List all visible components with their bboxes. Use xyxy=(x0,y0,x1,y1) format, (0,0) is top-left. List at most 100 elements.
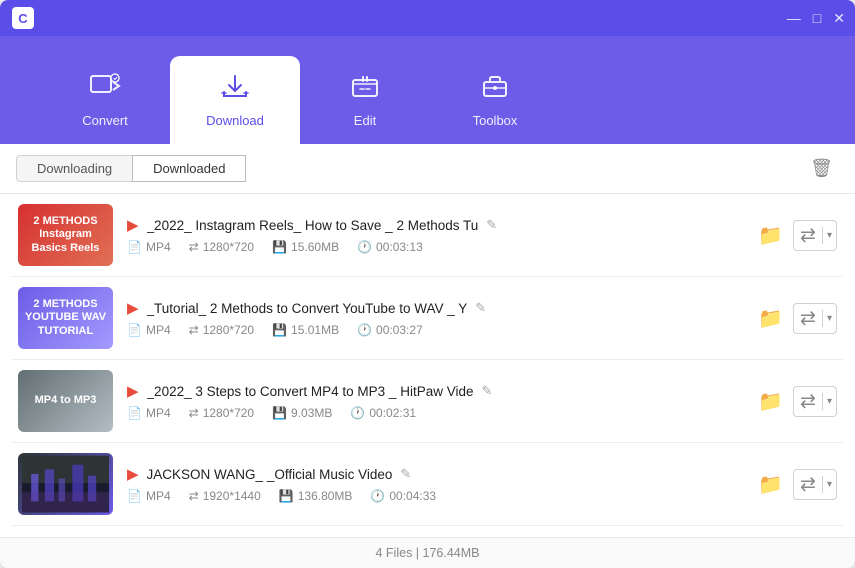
resolution-value: 1280*720 xyxy=(203,323,254,337)
file-title: _2022_ Instagram Reels_ How to Save _ 2 … xyxy=(147,218,479,233)
footer: 4 Files | 176.44MB xyxy=(0,537,855,568)
thumbnail-image: MP4 to MP3 xyxy=(18,370,113,432)
toolbox-nav-icon xyxy=(479,72,511,107)
convert-button[interactable]: ⇄ ▾ xyxy=(793,220,837,251)
thumbnail-image: 2 METHODS YOUTUBE WAV TUTORIAL xyxy=(18,287,113,349)
convert-button[interactable]: ⇄ ▾ xyxy=(793,386,837,417)
meta-resolution: ⇄ 1280*720 xyxy=(189,323,254,337)
youtube-icon: ▶ xyxy=(127,216,139,234)
sub-tabs-bar: Downloading Downloaded 🗑 xyxy=(0,144,855,194)
app-logo: C xyxy=(12,7,34,29)
trash-button[interactable]: 🗑 xyxy=(804,154,839,183)
file-actions: 📁 ⇄ ▾ xyxy=(758,386,837,417)
open-folder-button[interactable]: 📁 xyxy=(758,389,783,414)
duration-icon: 🕐 xyxy=(350,406,365,420)
maximize-button[interactable]: □ xyxy=(813,10,821,26)
file-metadata: 📄 MP4 ⇄ 1280*720 💾 15.01MB 🕐 00:03:27 xyxy=(127,323,744,337)
file-info: ▶ _2022_ Instagram Reels_ How to Save _ … xyxy=(127,216,744,254)
download-nav-icon xyxy=(218,72,252,107)
open-folder-button[interactable]: 📁 xyxy=(758,306,783,331)
convert-button[interactable]: ⇄ ▾ xyxy=(793,469,837,500)
duration-icon: 🕐 xyxy=(370,489,385,503)
size-icon: 💾 xyxy=(272,323,287,337)
file-thumbnail: MP4 to MP3 xyxy=(18,370,113,432)
file-title: _Tutorial_ 2 Methods to Convert YouTube … xyxy=(147,301,468,316)
title-bar: C — □ ✕ xyxy=(0,0,855,36)
format-value: MP4 xyxy=(146,489,171,503)
format-icon: 📄 xyxy=(127,240,142,254)
table-row: ▶ JACKSON WANG_ _Official Music Video ✎ … xyxy=(12,443,843,526)
nav-item-toolbox[interactable]: Toolbox xyxy=(430,56,560,144)
toolbox-nav-label: Toolbox xyxy=(473,113,518,128)
meta-format: 📄 MP4 xyxy=(127,240,171,254)
resolution-icon: ⇄ xyxy=(189,489,199,503)
edit-nav-label: Edit xyxy=(354,113,376,128)
file-actions: 📁 ⇄ ▾ xyxy=(758,469,837,500)
meta-format: 📄 MP4 xyxy=(127,323,171,337)
resolution-icon: ⇄ xyxy=(189,240,199,254)
convert-arrow-icon: ▾ xyxy=(822,393,836,410)
file-thumbnail: 2 METHODS Instagram Basics Reels xyxy=(18,204,113,266)
resolution-icon: ⇄ xyxy=(189,406,199,420)
meta-resolution: ⇄ 1920*1440 xyxy=(189,489,261,503)
file-info: ▶ JACKSON WANG_ _Official Music Video ✎ … xyxy=(127,465,744,503)
tab-downloading[interactable]: Downloading xyxy=(16,155,132,182)
resolution-value: 1920*1440 xyxy=(203,489,261,503)
meta-resolution: ⇄ 1280*720 xyxy=(189,240,254,254)
file-thumbnail xyxy=(18,453,113,515)
open-folder-button[interactable]: 📁 xyxy=(758,472,783,497)
edit-title-icon[interactable]: ✎ xyxy=(481,383,492,399)
format-value: MP4 xyxy=(146,406,171,420)
meta-format: 📄 MP4 xyxy=(127,489,171,503)
file-summary: 4 Files | 176.44MB xyxy=(376,546,480,560)
convert-icon: ⇄ xyxy=(794,221,822,250)
resolution-value: 1280*720 xyxy=(203,406,254,420)
edit-nav-icon xyxy=(349,72,381,107)
duration-icon: 🕐 xyxy=(357,323,372,337)
table-row: 2 METHODS Instagram Basics Reels ▶ _2022… xyxy=(12,194,843,277)
meta-duration: 🕐 00:03:13 xyxy=(357,240,423,254)
size-icon: 💾 xyxy=(272,406,287,420)
convert-arrow-icon: ▾ xyxy=(822,227,836,244)
size-icon: 💾 xyxy=(279,489,294,503)
nav-item-edit[interactable]: Edit xyxy=(300,56,430,144)
duration-icon: 🕐 xyxy=(357,240,372,254)
format-value: MP4 xyxy=(146,323,171,337)
meta-size: 💾 136.80MB xyxy=(279,489,353,503)
meta-format: 📄 MP4 xyxy=(127,406,171,420)
thumbnail-image xyxy=(18,453,113,515)
edit-title-icon[interactable]: ✎ xyxy=(400,466,411,482)
download-nav-label: Download xyxy=(206,113,264,128)
file-info: ▶ _2022_ 3 Steps to Convert MP4 to MP3 _… xyxy=(127,382,744,420)
minimize-button[interactable]: — xyxy=(787,10,801,26)
tab-downloaded[interactable]: Downloaded xyxy=(132,155,246,182)
edit-title-icon[interactable]: ✎ xyxy=(475,300,486,316)
format-icon: 📄 xyxy=(127,323,142,337)
meta-duration: 🕐 00:04:33 xyxy=(370,489,436,503)
meta-duration: 🕐 00:02:31 xyxy=(350,406,416,420)
window-controls[interactable]: — □ ✕ xyxy=(787,10,845,27)
format-icon: 📄 xyxy=(127,489,142,503)
edit-title-icon[interactable]: ✎ xyxy=(486,217,497,233)
open-folder-button[interactable]: 📁 xyxy=(758,223,783,248)
duration-value: 00:02:31 xyxy=(369,406,416,420)
resolution-value: 1280*720 xyxy=(203,240,254,254)
nav-bar: Convert Download xyxy=(0,36,855,144)
file-metadata: 📄 MP4 ⇄ 1280*720 💾 15.60MB 🕐 00:03:13 xyxy=(127,240,744,254)
file-metadata: 📄 MP4 ⇄ 1920*1440 💾 136.80MB 🕐 00:04:33 xyxy=(127,489,744,503)
convert-icon: ⇄ xyxy=(794,387,822,416)
nav-item-download[interactable]: Download xyxy=(170,56,300,144)
table-row: MP4 to MP3 ▶ _2022_ 3 Steps to Convert M… xyxy=(12,360,843,443)
app-window: C — □ ✕ Convert xyxy=(0,0,855,568)
file-thumbnail: 2 METHODS YOUTUBE WAV TUTORIAL xyxy=(18,287,113,349)
format-icon: 📄 xyxy=(127,406,142,420)
close-button[interactable]: ✕ xyxy=(833,10,845,27)
youtube-icon: ▶ xyxy=(127,465,139,483)
convert-button[interactable]: ⇄ ▾ xyxy=(793,303,837,334)
nav-item-convert[interactable]: Convert xyxy=(40,56,170,144)
size-value: 15.01MB xyxy=(291,323,339,337)
size-icon: 💾 xyxy=(272,240,287,254)
table-row: 2 METHODS YOUTUBE WAV TUTORIAL ▶ _Tutori… xyxy=(12,277,843,360)
duration-value: 00:03:13 xyxy=(376,240,423,254)
size-value: 136.80MB xyxy=(298,489,353,503)
